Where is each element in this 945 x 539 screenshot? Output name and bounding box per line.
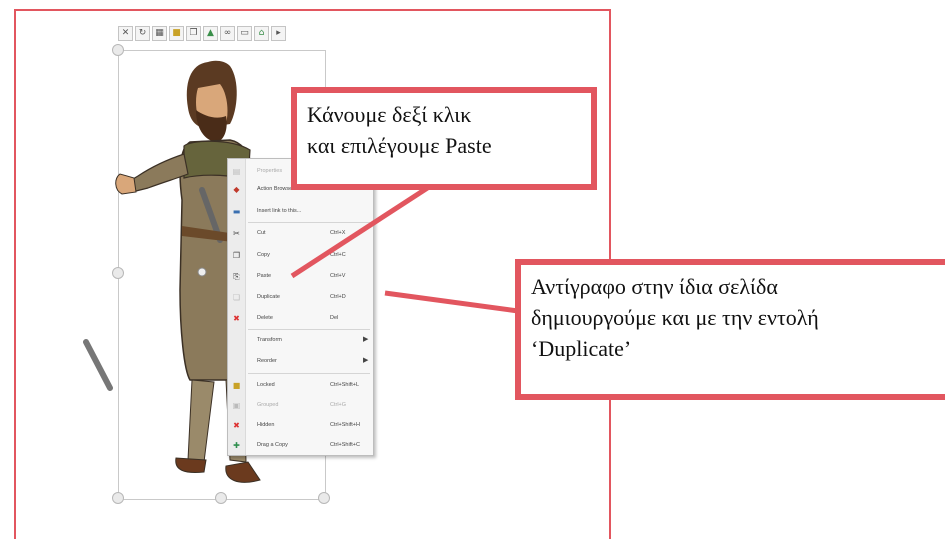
screenshot-canvas: ✕ ↻ ▦ ■ ❐ ▲ ∞ ▭ ⌂ ▸ ▤ Properties ◆ Actio… [0,0,945,539]
duplicate-connector-line [384,290,519,314]
duplicate-callout-line-2: δημιουργούμε και με την εντολή [531,305,819,330]
paste-callout-line-2: και επιλέγουμε Paste [307,133,492,158]
duplicate-callout-line-3: ‘Duplicate’ [531,336,632,361]
paste-connector-line [290,182,434,279]
duplicate-callout: Αντίγραφο στην ίδια σελίδα δημιουργούμε … [515,259,945,400]
paste-callout: Κάνουμε δεξί κλικ και επιλέγουμε Paste [291,87,597,190]
paste-callout-line-1: Κάνουμε δεξί κλικ [307,102,472,127]
duplicate-callout-line-1: Αντίγραφο στην ίδια σελίδα [531,274,778,299]
